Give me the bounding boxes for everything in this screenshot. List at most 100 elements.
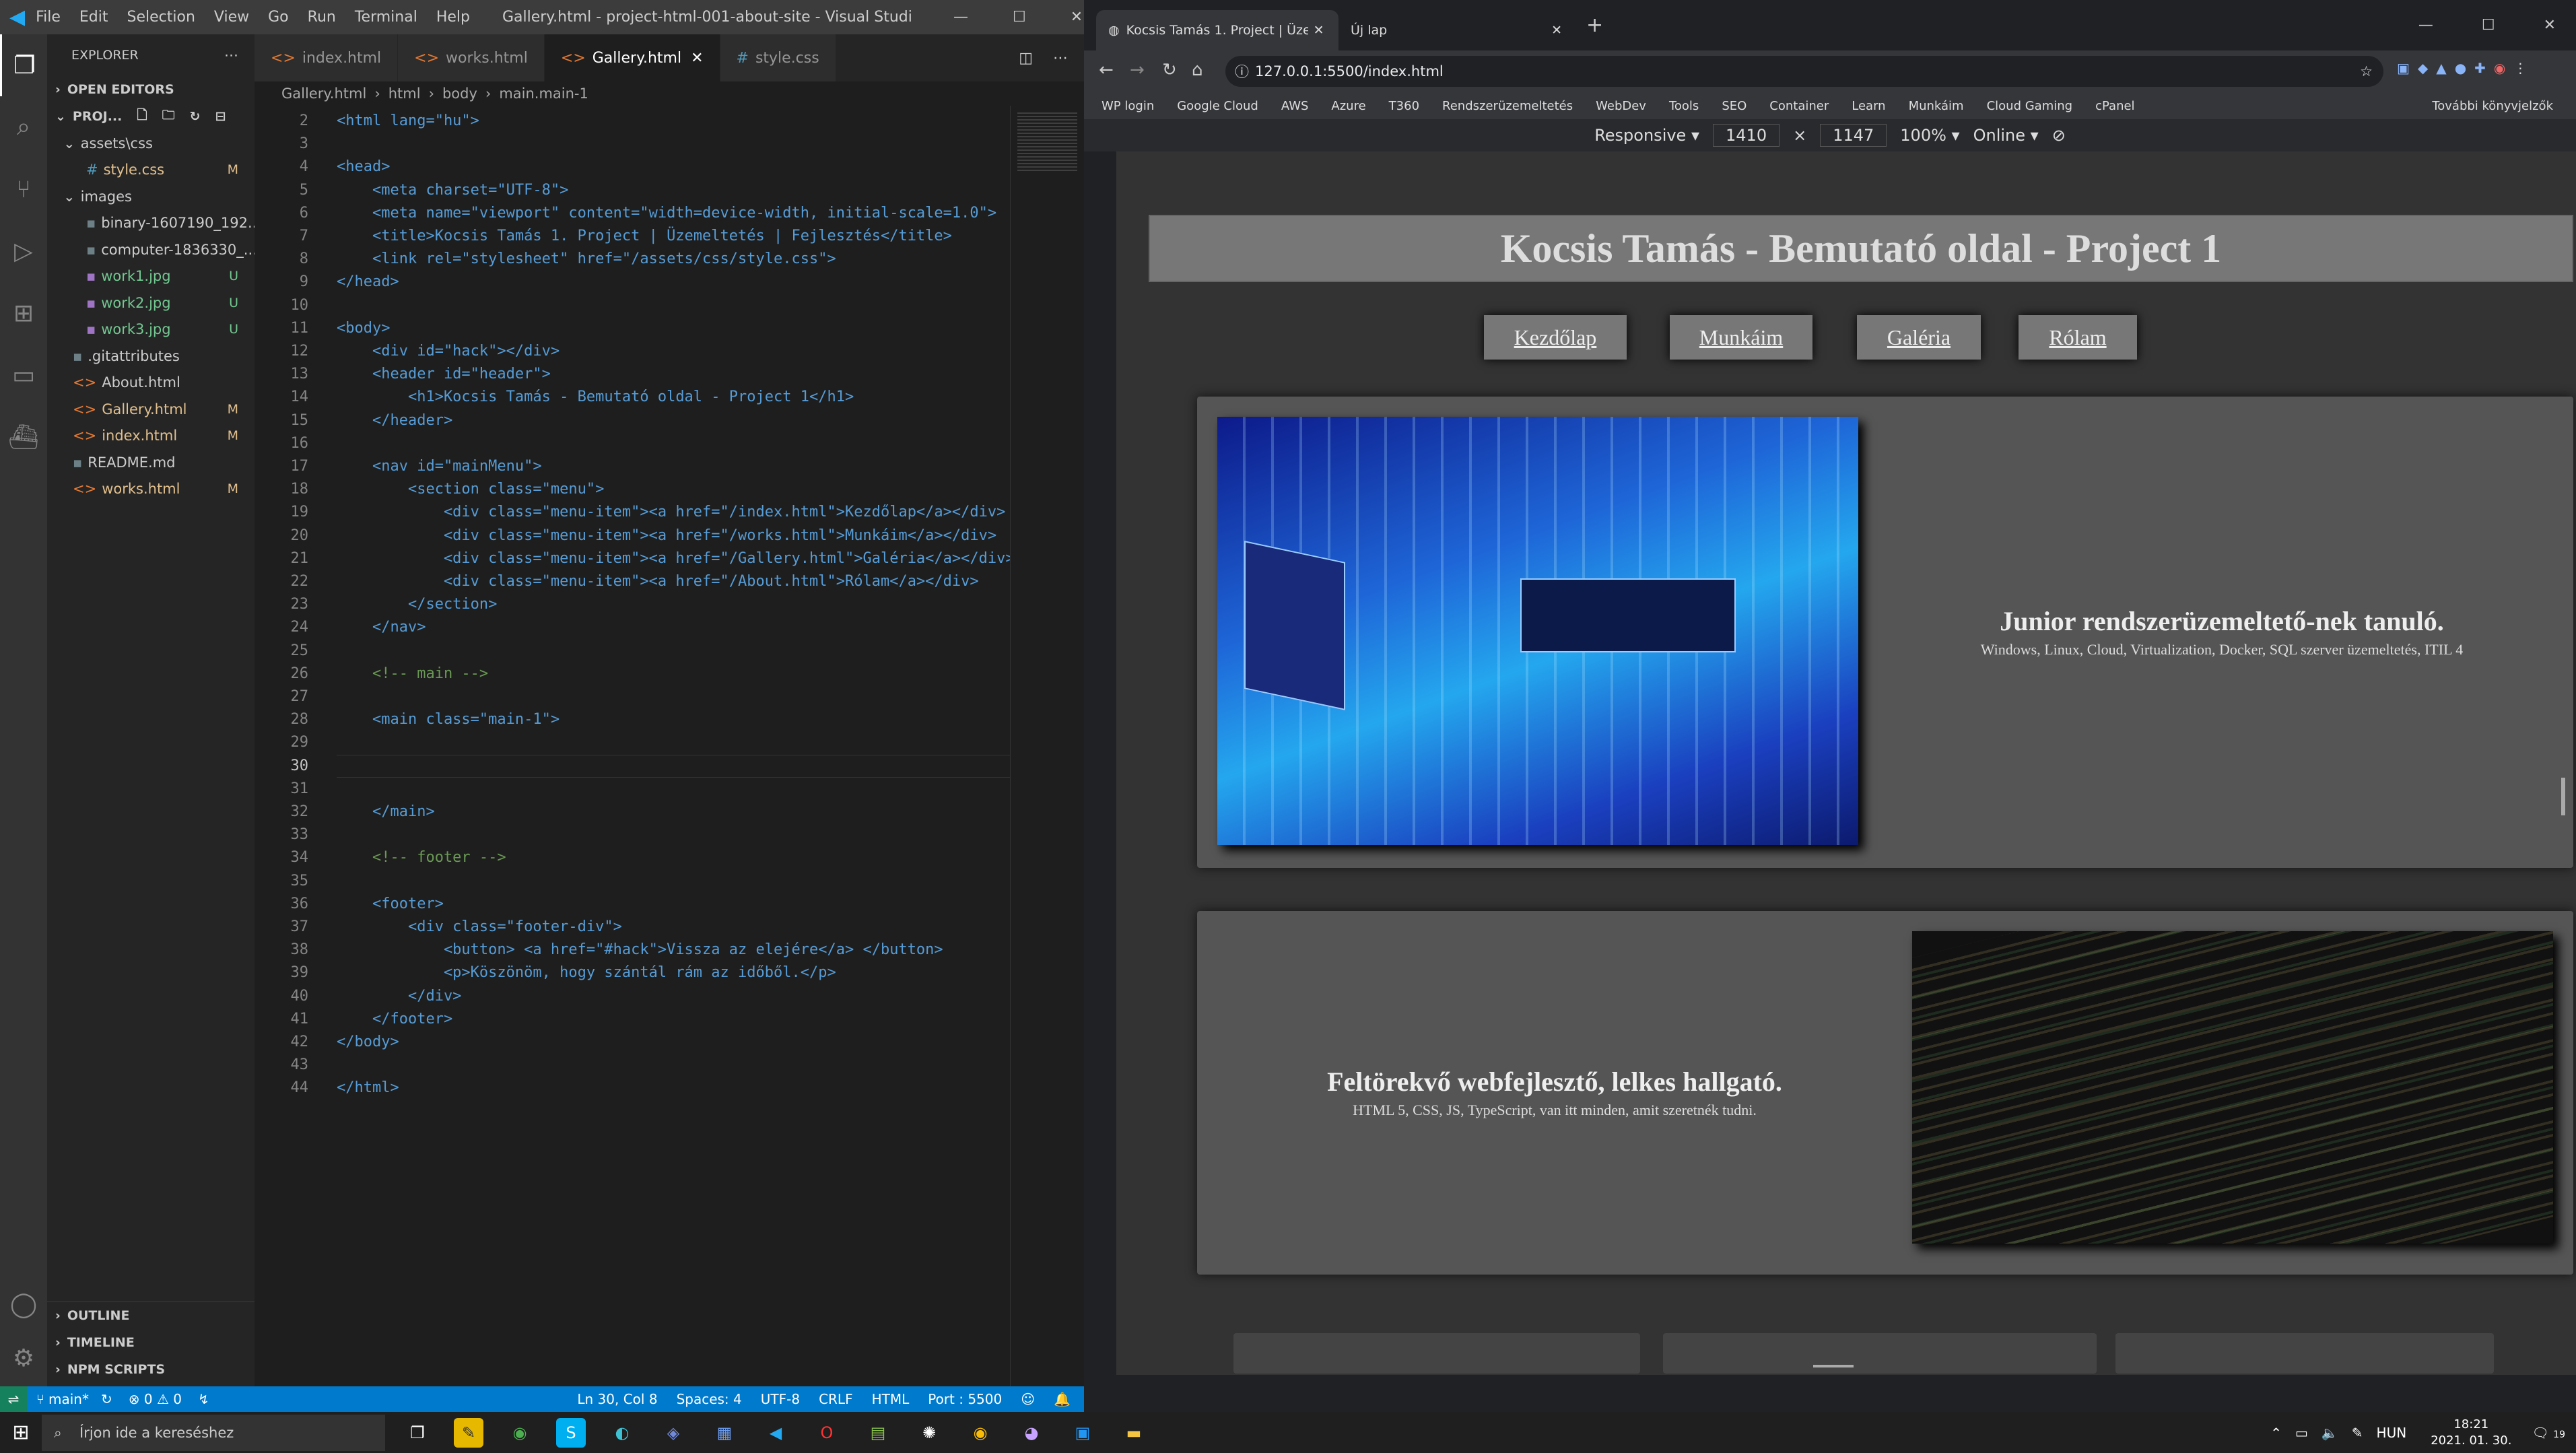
maximize-icon[interactable]: ☐ — [2482, 17, 2495, 34]
home-icon[interactable]: ⌂ — [1192, 60, 1203, 80]
menu-edit[interactable]: Edit — [79, 9, 108, 26]
docker-icon[interactable]: ⛴ — [0, 406, 47, 468]
action-center-icon[interactable]: 🗨 19 — [2532, 1425, 2565, 1441]
profile-avatar[interactable]: ◉ — [2494, 60, 2505, 76]
code-line[interactable]: <meta name="viewport" content="width=dev… — [337, 202, 996, 225]
code-line[interactable] — [337, 754, 1010, 778]
extension-icon[interactable]: ▣ — [2397, 60, 2410, 76]
code-line[interactable]: <head> — [337, 156, 390, 178]
app-icon[interactable]: ▦ — [710, 1418, 739, 1448]
menu-terminal[interactable]: Terminal — [355, 9, 417, 26]
code-line[interactable]: <body> — [337, 317, 390, 340]
bookmark-item[interactable]: Munkáim — [1909, 99, 1964, 113]
tab-style-css[interactable]: # style.css — [720, 34, 836, 81]
run-debug-icon[interactable]: ▷ — [0, 220, 47, 282]
minimize-icon[interactable]: — — [2418, 17, 2433, 34]
bookmark-item[interactable]: Cloud Gaming — [1987, 99, 2073, 113]
bookmark-item[interactable]: Google Cloud — [1177, 99, 1258, 113]
volume-icon[interactable]: 🔈 — [2321, 1425, 2338, 1441]
tab-index-html[interactable]: <> index.html — [255, 34, 399, 81]
vscode-icon[interactable]: ◀ — [761, 1418, 790, 1448]
height-input[interactable]: 1147 — [1820, 124, 1887, 147]
explorer-icon[interactable]: ❐ — [0, 34, 47, 96]
code-line[interactable]: <link rel="stylesheet" href="/assets/css… — [337, 248, 836, 271]
bookmark-item[interactable]: AWS — [1281, 99, 1309, 113]
extensions-icon[interactable]: ⊞ — [0, 282, 47, 344]
app-icon[interactable]: ✺ — [914, 1418, 944, 1448]
bookmark-item[interactable]: Container — [1769, 99, 1829, 113]
tree-file[interactable]: ▪ work1.jpg U — [47, 263, 255, 290]
code-line[interactable]: </section> — [337, 593, 497, 616]
code-line[interactable]: <title>Kocsis Tamás 1. Project | Üzemelt… — [337, 225, 952, 248]
collapse-all-icon[interactable]: ⊟ — [215, 109, 226, 124]
tree-file[interactable]: ▪ .gitattributes — [47, 343, 255, 370]
code-line[interactable]: <div class="menu-item"><a href="/About.h… — [337, 570, 979, 593]
bookmark-item[interactable]: Tools — [1669, 99, 1699, 113]
cursor-position[interactable]: Ln 30, Col 8 — [577, 1391, 657, 1407]
nav-gallery[interactable]: Galéria — [1857, 315, 1981, 360]
open-editors-section[interactable]: › OPEN EDITORS — [47, 76, 255, 103]
maximize-icon[interactable]: ☐ — [1013, 9, 1026, 26]
more-actions-icon[interactable]: ⋯ — [1053, 50, 1068, 67]
project-section[interactable]: ⌄ PROJ... 🗋 🗀 ↻ ⊟ — [47, 103, 255, 130]
sync-icon[interactable]: ↻ — [101, 1391, 112, 1407]
app-icon[interactable]: ▤ — [863, 1418, 893, 1448]
bookmark-item[interactable]: SEO — [1722, 99, 1747, 113]
outline-section[interactable]: › OUTLINE — [47, 1302, 255, 1329]
bookmark-item[interactable]: WebDev — [1596, 99, 1646, 113]
bookmark-item[interactable]: Azure — [1331, 99, 1365, 113]
extension-icon[interactable]: ◆ — [2418, 60, 2428, 76]
extension-icon[interactable]: ▲ — [2436, 60, 2446, 76]
tab-gallery-html[interactable]: <> Gallery.html ✕ — [544, 34, 720, 81]
reload-icon[interactable]: ↻ — [1162, 60, 1177, 80]
close-tab-icon[interactable]: ✕ — [691, 50, 703, 67]
code-line[interactable]: <!-- main --> — [337, 663, 488, 685]
code-editor[interactable]: 2 <html lang="hu"> 3 4 <head> 5 <meta charset… — [255, 106, 1015, 1386]
live-server-port[interactable]: Port : 5500 — [928, 1391, 1002, 1407]
input-language[interactable]: HUN — [2377, 1425, 2407, 1441]
code-line[interactable]: <h1>Kocsis Tamás - Bemutató oldal - Proj… — [337, 386, 854, 409]
encoding[interactable]: UTF-8 — [761, 1391, 800, 1407]
line-ending[interactable]: CRLF — [819, 1391, 853, 1407]
breadcrumb-item[interactable]: Gallery.html — [281, 86, 366, 102]
remote-icon[interactable]: ⇌ — [0, 1386, 27, 1412]
tree-file[interactable]: ▪ work3.jpg U — [47, 316, 255, 343]
new-tab-icon[interactable]: + — [1586, 13, 1603, 37]
minimap[interactable] — [1010, 106, 1084, 1386]
menu-file[interactable]: File — [36, 9, 61, 26]
code-line[interactable]: </header> — [337, 409, 452, 432]
tree-file[interactable]: ▪ binary-1607190_192... — [47, 210, 255, 237]
settings-gear-icon[interactable]: ⚙ — [0, 1327, 47, 1389]
menu-selection[interactable]: Selection — [127, 9, 195, 26]
live-share-icon[interactable]: ↯ — [198, 1391, 209, 1407]
tree-folder[interactable]: ⌄ assets\css — [47, 130, 255, 157]
app-icon[interactable]: ▣ — [1068, 1418, 1097, 1448]
code-line[interactable]: <div class="menu-item"><a href="/Gallery… — [337, 547, 1015, 570]
viewport-resize-handle[interactable] — [1813, 1365, 1854, 1367]
code-line[interactable]: </nav> — [337, 616, 426, 639]
address-bar[interactable]: ⓘ 127.0.0.1:5500/index.html ☆ — [1225, 56, 2383, 87]
code-line[interactable]: <button> <a href="#hack">Vissza az elejé… — [337, 939, 943, 961]
tree-file[interactable]: ▪ work2.jpg U — [47, 290, 255, 316]
tree-file[interactable]: <> works.html M — [47, 476, 255, 503]
bookmark-star-icon[interactable]: ☆ — [2360, 63, 2373, 79]
account-icon[interactable]: ◯ — [0, 1273, 47, 1335]
network-icon[interactable]: ▭ — [2295, 1425, 2308, 1441]
close-tab-icon[interactable]: ✕ — [1314, 23, 1324, 38]
breadcrumb-item[interactable]: html — [388, 86, 421, 102]
code-line[interactable]: <footer> — [337, 893, 444, 916]
menu-go[interactable]: Go — [268, 9, 289, 26]
close-tab-icon[interactable]: ✕ — [1551, 23, 1562, 38]
source-control-icon[interactable]: ⑂ — [0, 158, 47, 220]
back-icon[interactable]: ← — [1099, 60, 1114, 80]
code-line[interactable]: <header id="header"> — [337, 363, 551, 386]
close-icon[interactable]: ✕ — [2544, 17, 2556, 34]
branch-name[interactable]: main* — [48, 1391, 89, 1407]
tree-file[interactable]: ▪ computer-1836330_... — [47, 236, 255, 263]
search-icon[interactable]: ⌕ — [0, 96, 47, 158]
chrome-icon[interactable]: ◉ — [965, 1418, 995, 1448]
menu-run[interactable]: Run — [308, 9, 336, 26]
throttling-select[interactable]: Online ▾ — [1973, 126, 2039, 145]
menu-view[interactable]: View — [214, 9, 249, 26]
notifications-bell-icon[interactable]: 🔔 — [1054, 1391, 1071, 1407]
